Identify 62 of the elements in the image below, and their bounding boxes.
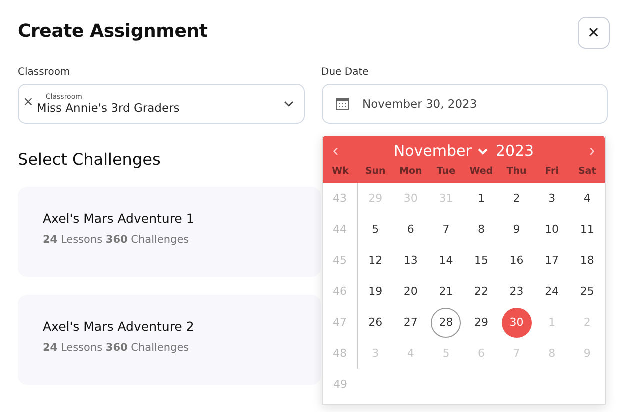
week-number: 46	[323, 276, 358, 307]
calendar-day[interactable]: 21	[431, 276, 462, 306]
calendar-day[interactable]: 29	[466, 308, 496, 338]
field-label: Classroom	[18, 67, 72, 78]
weekday-header: Mon	[398, 166, 424, 177]
weekday-header: Wed	[468, 166, 494, 177]
calendar-icon	[336, 98, 348, 110]
weekday-header: Sun	[364, 166, 387, 177]
calendar-day[interactable]: 5	[360, 214, 391, 244]
dialog-title: Create Assignment	[18, 21, 208, 42]
section-title: Select Challenges	[18, 150, 161, 169]
weekday-header: Sat	[577, 166, 598, 177]
week-number: 49	[332, 377, 348, 393]
calendar-day[interactable]: 13	[396, 246, 426, 276]
challenge-card[interactable]: Axel's Mars Adventure 1 24 Lessons 360 Challenges	[18, 187, 321, 277]
calendar-day[interactable]: 8	[466, 214, 496, 244]
calendar-day[interactable]: 20	[396, 276, 426, 306]
calendar-day[interactable]: 3	[537, 184, 568, 214]
challenge-summary: 24 Lessons 360 Challenges	[43, 342, 190, 354]
calendar-day[interactable]: 7	[431, 214, 462, 244]
calendar-day[interactable]: 27	[396, 308, 426, 338]
calendar-day[interactable]: 16	[502, 246, 532, 276]
calendar-day[interactable]: 28	[431, 308, 462, 338]
calendar-day[interactable]: 25	[572, 276, 602, 306]
week-number: 44	[323, 214, 358, 245]
weekday-header: Thu	[506, 166, 528, 177]
challenge-title: Axel's Mars Adventure 2	[43, 319, 194, 334]
week-number: 45	[323, 245, 358, 276]
week-number: 43	[323, 183, 358, 214]
calendar-day[interactable]: 24	[537, 276, 568, 306]
calendar-day[interactable]: 4	[572, 184, 602, 214]
clear-icon[interactable]: ×	[23, 94, 34, 110]
calendar-day[interactable]: 19	[360, 276, 391, 306]
weekday-header: Tue	[436, 166, 457, 177]
challenge-title: Axel's Mars Adventure 1	[43, 211, 194, 226]
weekday-header: Fri	[544, 166, 560, 177]
calendar-day[interactable]: 17	[537, 246, 568, 276]
close-button[interactable]: ✕	[578, 17, 610, 49]
calendar-day[interactable]: 9	[502, 214, 532, 244]
date-field[interactable]: November 30, 2023	[322, 84, 608, 124]
calendar-day[interactable]: 2	[502, 184, 532, 214]
weekday-header: Wk	[331, 166, 350, 177]
week-number: 47	[323, 307, 358, 338]
select-value: Miss Annie's 3rd Graders	[36, 101, 181, 115]
calendar-day[interactable]: 15	[466, 246, 496, 276]
calendar-day[interactable]: 23	[502, 276, 532, 306]
week-number: 48	[323, 338, 358, 369]
chevron-down-icon	[284, 101, 294, 107]
chevron-down-icon	[478, 148, 488, 154]
calendar-day[interactable]: 10	[537, 214, 568, 244]
calendar-day[interactable]: 14	[431, 246, 462, 276]
calendar-day[interactable]: 18	[572, 246, 602, 276]
calendar-day[interactable]: 6	[396, 214, 426, 244]
calendar-day[interactable]: 1	[466, 184, 496, 214]
challenge-card[interactable]: Axel's Mars Adventure 2 24 Lessons 360 Challenges	[18, 295, 321, 385]
calendar-day[interactable]: 11	[572, 214, 602, 244]
calendar-day[interactable]: 26	[360, 308, 391, 338]
calendar-day[interactable]: 22	[466, 276, 496, 306]
calendar-day[interactable]: 12	[360, 246, 391, 276]
field-label: Due Date	[322, 67, 370, 78]
challenge-summary: 24 Lessons 360 Challenges	[43, 234, 190, 246]
date-value: November 30, 2023	[362, 97, 478, 111]
